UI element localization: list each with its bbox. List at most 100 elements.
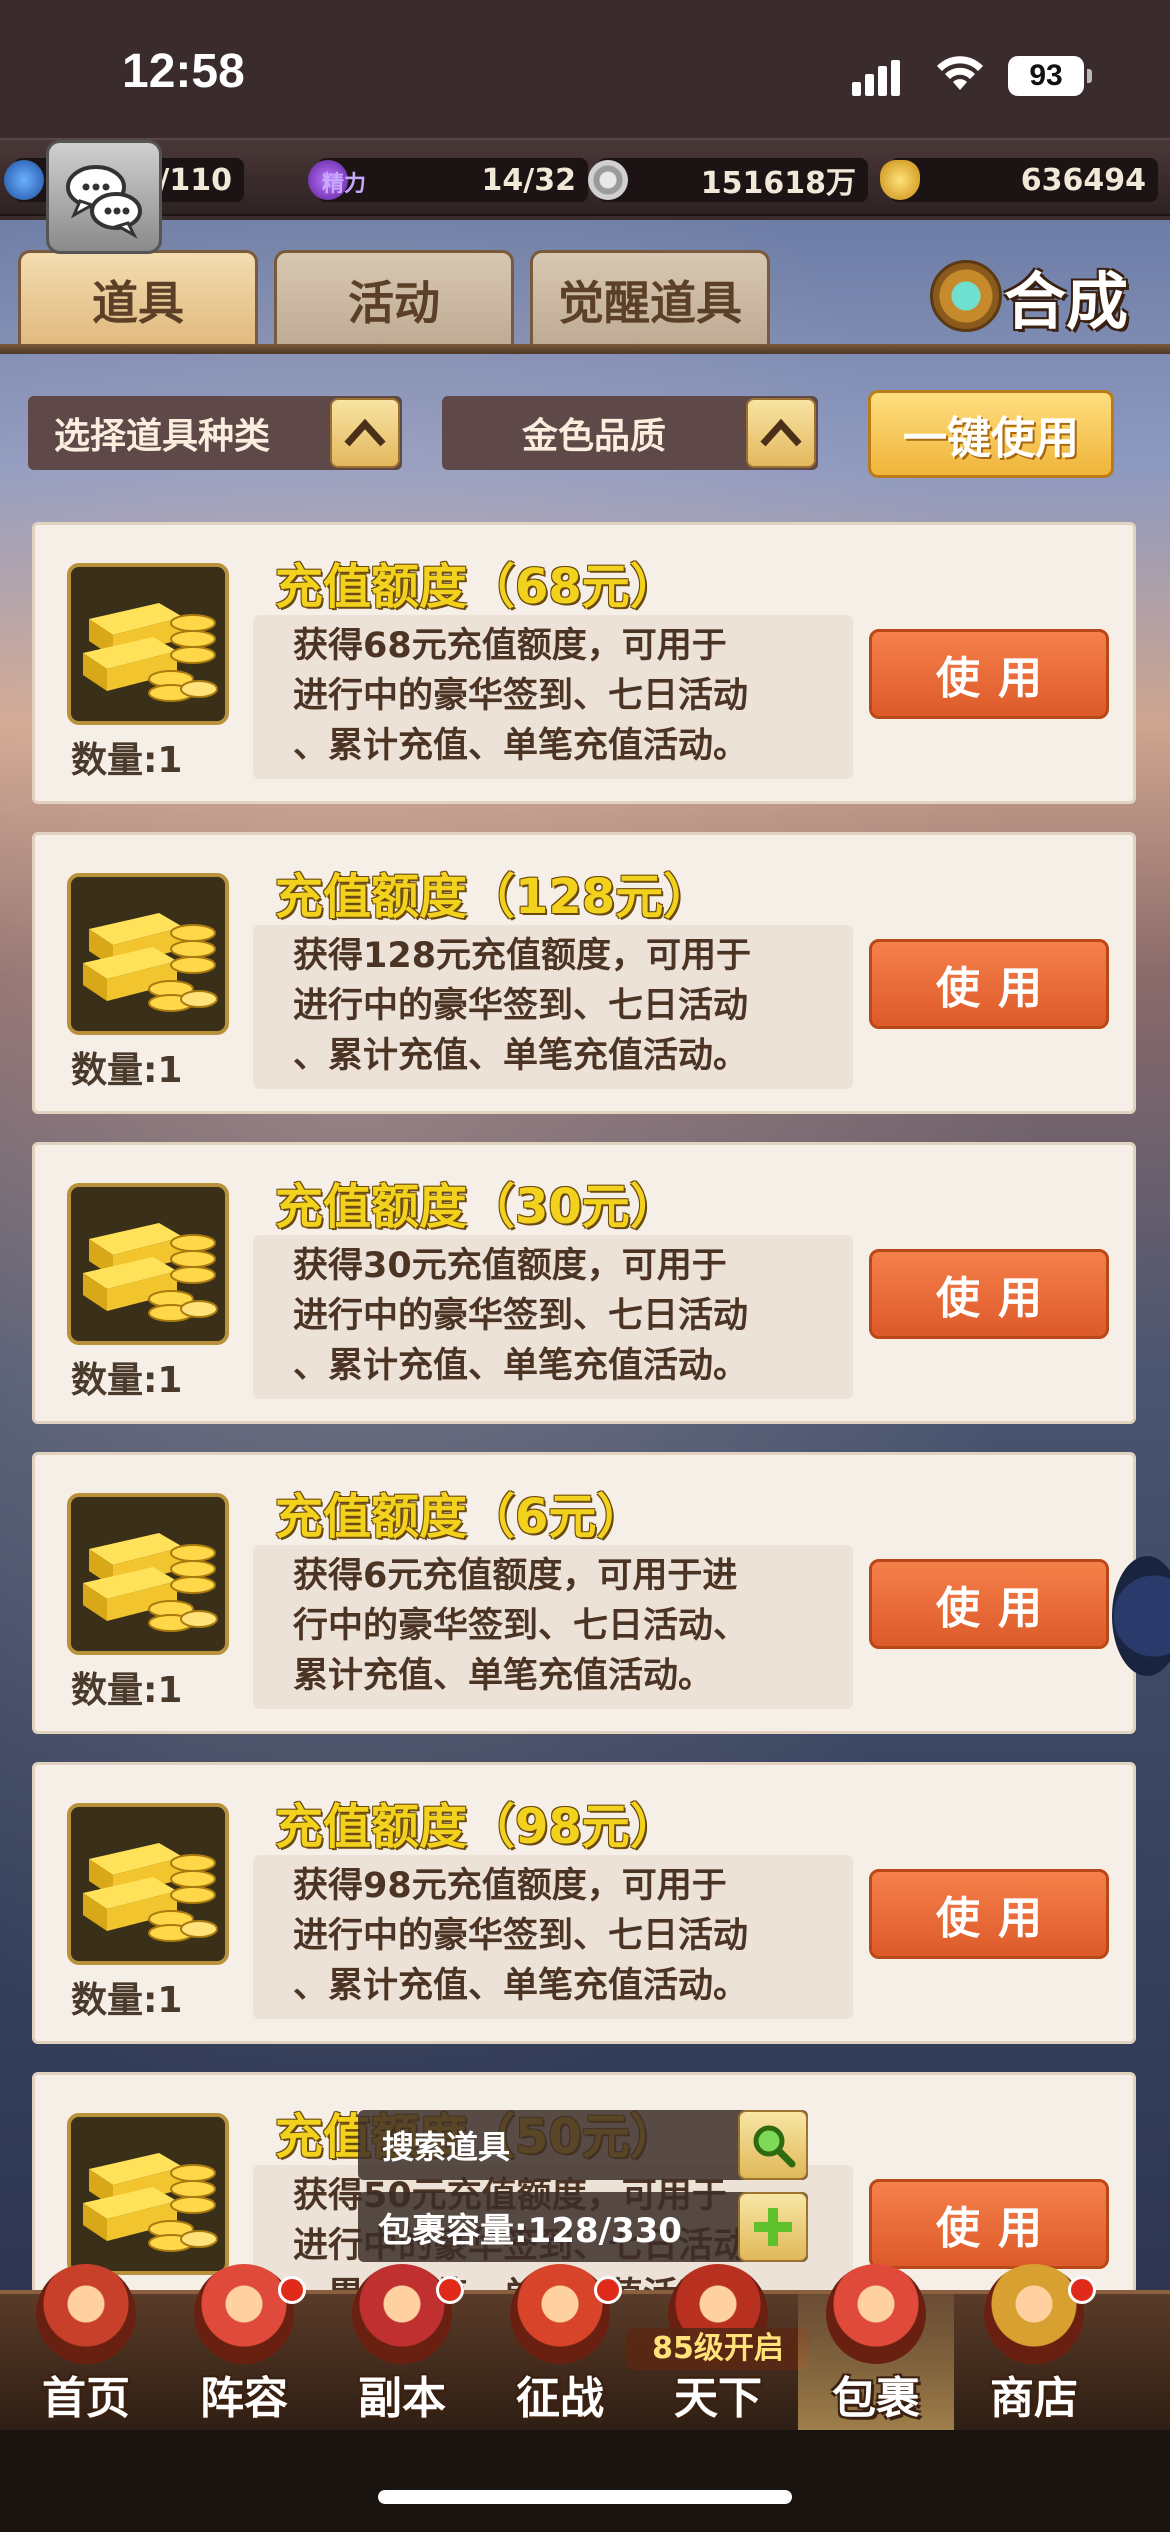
item-description-line: 获得128元充值额度，可用于: [293, 936, 752, 976]
bag-capacity-bar: 包裹容量:128/330: [358, 2192, 808, 2262]
item-description-line: 获得30元充值额度，可用于: [293, 1246, 727, 1286]
item-card: 数量:1 充值额度（98元） 获得98元充值额度，可用于 进行中的豪华签到、七日…: [32, 1762, 1136, 2044]
synthesize-button[interactable]: 合成: [930, 246, 1150, 346]
magnifier-icon[interactable]: [738, 2110, 808, 2180]
gold-bars-coins-icon: [67, 873, 229, 1035]
item-description-line: 、累计充值、单笔充值活动。: [293, 1966, 749, 2006]
item-type-filter[interactable]: 选择道具种类: [28, 396, 402, 470]
item-title: 充值额度（128元）: [275, 869, 712, 925]
item-description: 获得6元充值额度，可用于进 行中的豪华签到、七日活动、 累计充值、单笔充值活动。: [253, 1545, 853, 1709]
item-description-line: 累计充值、单笔充值活动。: [293, 1656, 714, 1696]
nav-item-5[interactable]: 包裹: [798, 2264, 954, 2434]
tab-events[interactable]: 活动: [274, 250, 514, 346]
gold-resource[interactable]: 636494: [880, 158, 1158, 202]
nav-item-label: 天下: [674, 2373, 762, 2424]
item-card: 数量:1 充值额度（6元） 获得6元充值额度，可用于进 行中的豪华签到、七日活动…: [32, 1452, 1136, 1734]
one-key-use-button[interactable]: 一键使用: [868, 390, 1114, 478]
nav-item-1[interactable]: 阵容: [166, 2264, 322, 2434]
shop-coins-icon: [984, 2264, 1084, 2364]
chevron-up-icon[interactable]: [330, 398, 400, 468]
dungeon-sword-icon: [352, 2264, 452, 2364]
use-button[interactable]: 使用: [869, 1249, 1109, 1339]
nav-item-2[interactable]: 副本: [324, 2264, 480, 2434]
use-button[interactable]: 使用: [869, 1559, 1109, 1649]
quality-filter[interactable]: 金色品质: [442, 396, 818, 470]
stamina-icon: [4, 160, 44, 200]
coins-value: 151618万: [700, 166, 856, 201]
gold-bars-coins-icon: [67, 1803, 229, 1965]
search-items-bar[interactable]: 搜索道具: [358, 2110, 808, 2180]
status-time: 12:58: [122, 45, 245, 98]
nav-item-4[interactable]: 85级开启 天下: [626, 2264, 810, 2434]
tab-items[interactable]: 道具: [18, 250, 258, 346]
use-button[interactable]: 使用: [869, 629, 1109, 719]
energy-resource[interactable]: 精力 14/32: [308, 158, 588, 202]
item-description: 获得68元充值额度，可用于 进行中的豪华签到、七日活动 、累计充值、单笔充值活动…: [253, 615, 853, 779]
tab-awaken-items[interactable]: 觉醒道具: [530, 250, 770, 346]
synthesize-label: 合成: [1004, 265, 1129, 338]
item-quantity: 数量:1: [71, 1670, 183, 1711]
gold-bars-coins-icon: [67, 563, 229, 725]
use-button[interactable]: 使用: [869, 2179, 1109, 2269]
chat-bubbles-icon: [66, 165, 142, 239]
wifi-icon: [937, 56, 983, 90]
item-quantity: 数量:1: [71, 1980, 183, 2021]
item-title: 充值额度（30元）: [275, 1179, 678, 1235]
plus-icon[interactable]: [738, 2192, 808, 2262]
coins-resource[interactable]: 151618万: [588, 158, 868, 202]
item-title: 充值额度（68元）: [275, 559, 678, 615]
energy-label: 精力: [322, 172, 367, 197]
battery-indicator: 93: [1008, 56, 1092, 96]
chat-button[interactable]: [46, 140, 162, 254]
item-card: 数量:1 充值额度（30元） 获得30元充值额度，可用于 进行中的豪华签到、七日…: [32, 1142, 1136, 1424]
notification-dot: [436, 2276, 464, 2304]
gold-bars-coins-icon: [67, 1183, 229, 1345]
resource-bar: 2/110 精力 14/32 151618万 636494: [0, 138, 1170, 216]
item-description: 获得30元充值额度，可用于 进行中的豪华签到、七日活动 、累计充值、单笔充值活动…: [253, 1235, 853, 1399]
item-description-line: 行中的豪华签到、七日活动、: [293, 1606, 749, 1646]
item-title: 充值额度（98元）: [275, 1799, 678, 1855]
gold-bars-coins-icon: [67, 2113, 229, 2275]
formation-flag-icon: [194, 2264, 294, 2364]
notification-dot: [594, 2276, 622, 2304]
target-icon: [510, 2264, 610, 2364]
home-indicator[interactable]: [378, 2490, 792, 2504]
item-quantity: 数量:1: [71, 1050, 183, 1091]
item-title: 充值额度（6元）: [275, 1489, 645, 1545]
item-description-line: 、累计充值、单笔充值活动。: [293, 1346, 749, 1386]
coin-icon: [588, 160, 628, 200]
item-description-line: 、累计充值、单笔充值活动。: [293, 726, 749, 766]
energy-value: 14/32: [481, 162, 576, 198]
item-description: 获得98元充值额度，可用于 进行中的豪华签到、七日活动 、累计充值、单笔充值活动…: [253, 1855, 853, 2019]
item-description-line: 、累计充值、单笔充值活动。: [293, 1036, 749, 1076]
chevron-up-icon[interactable]: [746, 398, 816, 468]
item-description-line: 进行中的豪华签到、七日活动: [293, 676, 749, 716]
nav-item-label: 阵容: [200, 2373, 288, 2424]
use-button[interactable]: 使用: [869, 1869, 1109, 1959]
item-type-label: 选择道具种类: [54, 416, 271, 457]
gold-bars-coins-icon: [67, 1493, 229, 1655]
status-bar: 12:58 93: [0, 0, 1170, 135]
nav-item-6[interactable]: 商店: [956, 2264, 1112, 2434]
item-description-line: 进行中的豪华签到、七日活动: [293, 986, 749, 1026]
quality-label: 金色品质: [521, 416, 666, 457]
use-button[interactable]: 使用: [869, 939, 1109, 1029]
bag-icon: [826, 2264, 926, 2364]
nav-item-label: 首页: [42, 2373, 130, 2424]
palace-icon: [36, 2264, 136, 2364]
bottom-navigation: 首页 阵容 副本 征战 85级开启 天下 包裹 商店: [0, 2264, 1170, 2434]
notification-dot: [278, 2276, 306, 2304]
cellular-signal-icon: [852, 60, 904, 96]
notification-dot: [1068, 2276, 1096, 2304]
item-card: 数量:1 充值额度（68元） 获得68元充值额度，可用于 进行中的豪华签到、七日…: [32, 522, 1136, 804]
synthesize-gear-icon: [930, 260, 1002, 332]
item-description-line: 进行中的豪华签到、七日活动: [293, 1296, 749, 1336]
nav-item-0[interactable]: 首页: [8, 2264, 164, 2434]
nav-item-label: 包裹: [832, 2373, 920, 2424]
nav-item-3[interactable]: 征战: [482, 2264, 638, 2434]
search-items-label: 搜索道具: [382, 2128, 511, 2166]
nav-item-label: 商店: [990, 2373, 1078, 2424]
item-quantity: 数量:1: [71, 740, 183, 781]
nav-item-label: 副本: [358, 2373, 446, 2424]
bag-capacity-label: 包裹容量:128/330: [378, 2210, 682, 2251]
